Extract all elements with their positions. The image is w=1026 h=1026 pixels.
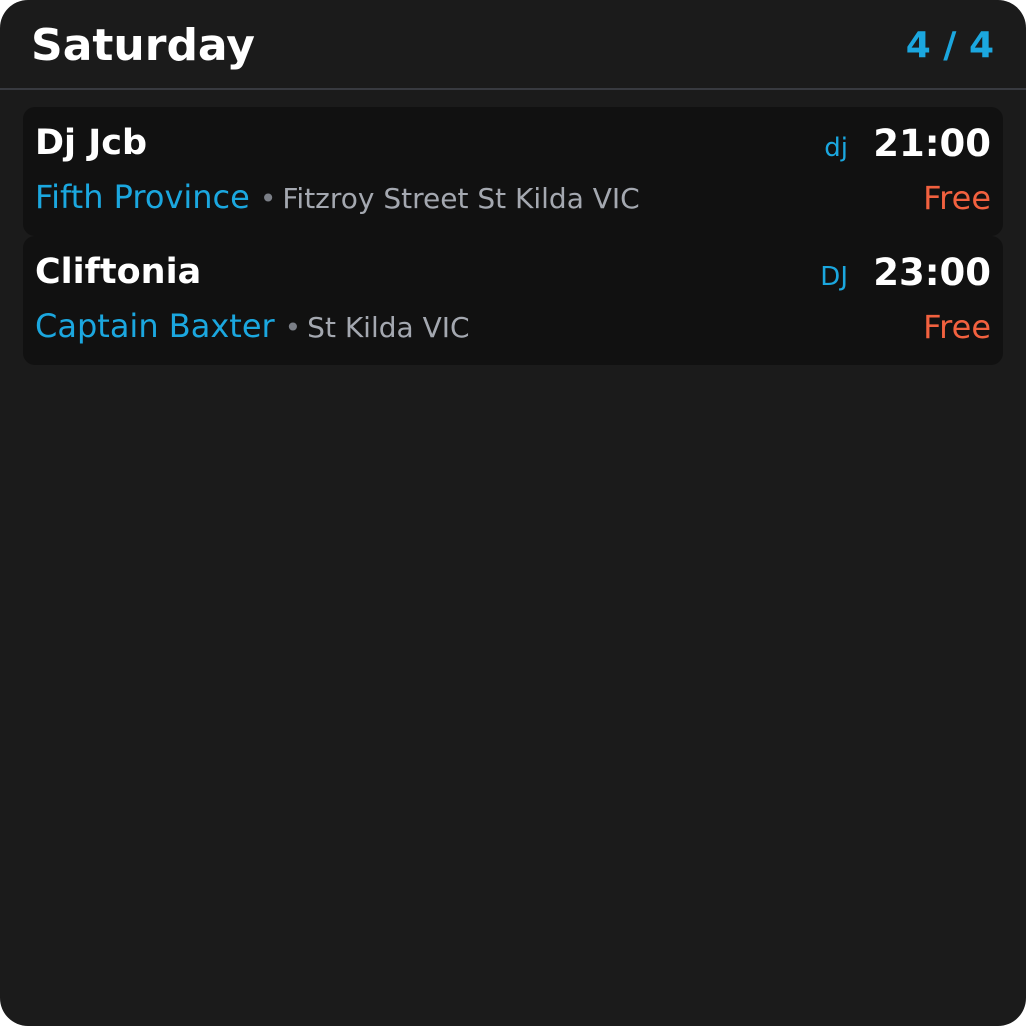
event-time: 23:00 bbox=[873, 251, 991, 294]
day-title: Saturday bbox=[31, 20, 255, 71]
event-genre: DJ bbox=[820, 262, 848, 292]
event-location: Captain Baxter • St Kilda VIC bbox=[35, 306, 470, 352]
event-card[interactable]: Dj Jcb dj 21:00 Fifth Province • Fitzroy S… bbox=[23, 107, 1003, 236]
events-widget: Saturday 4 / 4 Dj Jcb dj 21:00 Fifth Pro… bbox=[0, 0, 1026, 1026]
page-counter[interactable]: 4 / 4 bbox=[906, 22, 994, 70]
event-venue[interactable]: Fifth Province bbox=[35, 178, 250, 216]
event-address: Fitzroy Street St Kilda VIC bbox=[282, 182, 640, 215]
event-genre: dj bbox=[824, 133, 848, 163]
event-time: 21:00 bbox=[873, 122, 991, 165]
event-card[interactable]: Cliftonia DJ 23:00 Captain Baxter • St Kil… bbox=[23, 236, 1003, 365]
event-address: St Kilda VIC bbox=[307, 311, 470, 344]
event-list: Dj Jcb dj 21:00 Fifth Province • Fitzroy S… bbox=[23, 107, 1003, 365]
event-name: Cliftonia bbox=[35, 252, 202, 292]
event-price: Free bbox=[923, 179, 991, 217]
separator-dot: • bbox=[259, 182, 277, 215]
event-venue[interactable]: Captain Baxter bbox=[35, 307, 275, 345]
separator-dot: • bbox=[284, 311, 302, 344]
event-name: Dj Jcb bbox=[35, 123, 148, 163]
event-location: Fifth Province • Fitzroy Street St Kilda V… bbox=[35, 177, 640, 223]
widget-header: Saturday 4 / 4 bbox=[0, 0, 1026, 90]
event-price: Free bbox=[923, 308, 991, 346]
